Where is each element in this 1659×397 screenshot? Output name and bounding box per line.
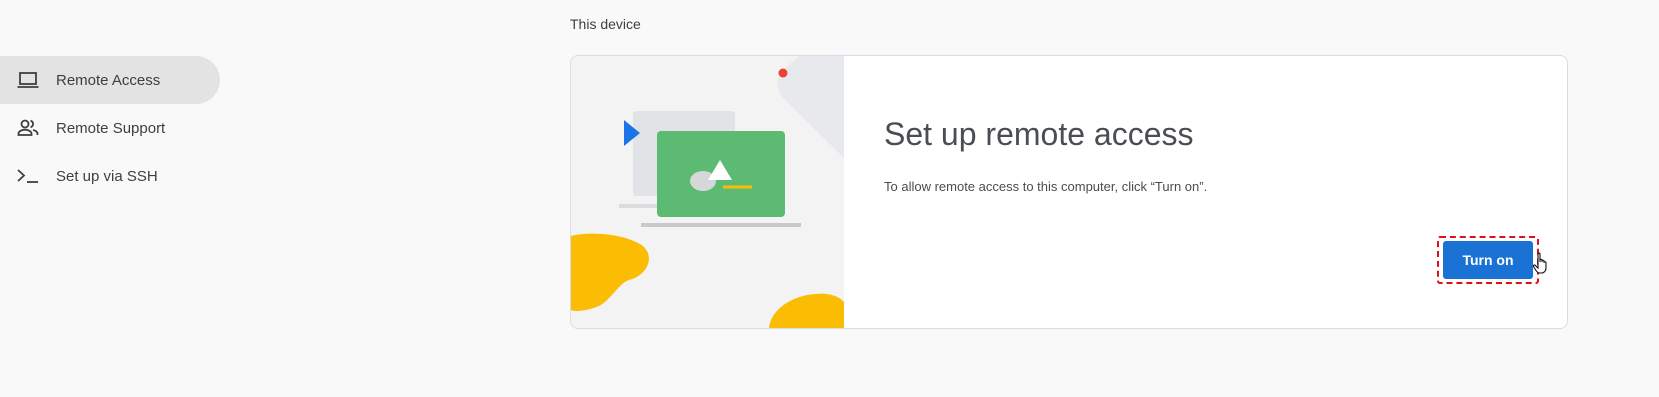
sidebar-item-ssh[interactable]: Set up via SSH [0, 152, 220, 200]
sidebar-item-label: Set up via SSH [56, 167, 158, 185]
card-title: Set up remote access [884, 116, 1194, 152]
setup-card: Set up remote access To allow remote acc… [570, 55, 1568, 329]
sidebar-item-label: Remote Access [56, 71, 161, 89]
sidebar-item-label: Remote Support [56, 119, 166, 137]
people-icon [16, 116, 40, 140]
remote-access-illustration [571, 56, 844, 328]
turn-on-button[interactable]: Turn on [1443, 241, 1533, 279]
laptop-icon [16, 68, 40, 92]
sidebar-item-remote-support[interactable]: Remote Support [0, 104, 220, 152]
hand-cursor-icon [1532, 252, 1547, 274]
section-title: This device [570, 16, 641, 32]
turn-on-button-highlight: Turn on [1437, 236, 1539, 284]
terminal-icon [16, 164, 40, 188]
sidebar: Remote Access Remote Support Set up via … [0, 56, 220, 200]
card-description: To allow remote access to this computer,… [884, 179, 1208, 194]
card-content: Set up remote access To allow remote acc… [844, 56, 1567, 328]
sidebar-item-remote-access[interactable]: Remote Access [0, 56, 220, 104]
